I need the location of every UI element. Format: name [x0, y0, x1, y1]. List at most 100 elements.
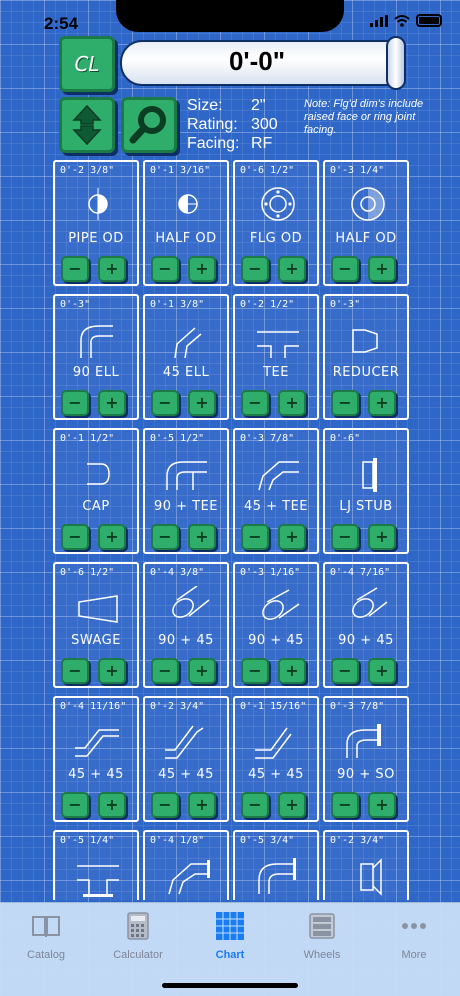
fitting-card[interactable]: 0'-1 3/8" 45 ELL − +: [143, 294, 229, 420]
add-button[interactable]: +: [98, 390, 126, 416]
subtract-button[interactable]: −: [61, 256, 89, 282]
chart-grid-icon: [216, 912, 244, 940]
add-button[interactable]: +: [278, 256, 306, 282]
fitting-card[interactable]: 0'-6 1/2" FLG OD − +: [233, 160, 319, 286]
subtract-button[interactable]: −: [61, 658, 89, 684]
fitting-dimension: 0'-1 3/16": [150, 165, 211, 176]
subtract-button[interactable]: −: [331, 390, 359, 416]
fitting-dimension: 0'-1 3/8": [150, 299, 205, 310]
fitting-card[interactable]: 0'-4 7/16" 90 + 45 − +: [323, 562, 409, 688]
add-button[interactable]: +: [368, 524, 396, 550]
subtract-button[interactable]: −: [151, 658, 179, 684]
add-button[interactable]: +: [98, 256, 126, 282]
pipe-spec: Size: 2" Rating: 300 Facing: RF: [187, 96, 278, 153]
fitting-dimension: 0'-3 7/8": [240, 433, 295, 444]
fitting-dimension: 0'-5 3/4": [240, 835, 295, 846]
plus-glyph: +: [195, 259, 209, 278]
fitting-card[interactable]: 0'-3 7/8" 45 + TEE − +: [233, 428, 319, 554]
fitting-card[interactable]: 0'-4 1/8"45+WN−+: [143, 830, 229, 900]
subtract-button[interactable]: −: [151, 256, 179, 282]
add-button[interactable]: +: [278, 658, 306, 684]
subtract-button[interactable]: −: [241, 256, 269, 282]
add-button[interactable]: +: [188, 390, 216, 416]
minus-glyph: −: [248, 661, 262, 680]
fitting-card[interactable]: 0'-5 1/4"TEE+WN−+: [53, 830, 139, 900]
add-button[interactable]: +: [188, 658, 216, 684]
fitting-card[interactable]: 0'-1 1/2" CAP − +: [53, 428, 139, 554]
add-button[interactable]: +: [368, 792, 396, 818]
subtract-button[interactable]: −: [331, 256, 359, 282]
fitting-card[interactable]: 0'-3 1/4" HALF OD − +: [323, 160, 409, 286]
tab-label: Chart: [215, 949, 245, 961]
centerline-button[interactable]: CL: [59, 36, 115, 92]
search-button[interactable]: [121, 97, 177, 153]
fitting-card[interactable]: 0'-1 3/16" HALF OD − +: [143, 160, 229, 286]
size-value: 2": [251, 97, 266, 114]
fitting-card[interactable]: 0'-2 1/2" TEE − +: [233, 294, 319, 420]
tab-catalog[interactable]: Catalog: [0, 909, 92, 961]
add-button[interactable]: +: [278, 524, 306, 550]
fitting-dimension: 0'-4 1/8": [150, 835, 205, 846]
add-button[interactable]: +: [98, 524, 126, 550]
subtract-button[interactable]: −: [241, 524, 269, 550]
offset-45-45c-icon: [255, 727, 292, 759]
plus-glyph: +: [105, 259, 119, 278]
subtract-button[interactable]: −: [151, 390, 179, 416]
subtract-button[interactable]: −: [61, 524, 89, 550]
subtract-button[interactable]: −: [61, 792, 89, 818]
subtract-button[interactable]: −: [331, 792, 359, 818]
add-button[interactable]: +: [368, 658, 396, 684]
fitting-card[interactable]: 0'-3 7/8" 90 + SO − +: [323, 696, 409, 822]
subtract-button[interactable]: −: [241, 390, 269, 416]
half-od-icon: [178, 194, 198, 214]
plus-glyph: +: [375, 661, 389, 680]
add-button[interactable]: +: [368, 256, 396, 282]
fitting-card[interactable]: 0'-5 1/2" 90 + TEE − +: [143, 428, 229, 554]
tee-weldneck-icon: [77, 865, 119, 897]
subtract-button[interactable]: −: [331, 658, 359, 684]
fitting-card[interactable]: 0'-2 3/8" PIPE OD − +: [53, 160, 139, 286]
add-button[interactable]: +: [188, 256, 216, 282]
fitting-card[interactable]: 0'-6 1/2" SWAGE − +: [53, 562, 139, 688]
fitting-card[interactable]: 0'-4 3/8" 90 + 45 − +: [143, 562, 229, 688]
fitting-label: TEE: [263, 365, 289, 380]
tab-calculator[interactable]: Calculator: [92, 909, 184, 961]
fitting-card[interactable]: 0'-3" REDUCER − +: [323, 294, 409, 420]
add-button[interactable]: +: [278, 390, 306, 416]
battery-icon: [416, 14, 442, 27]
add-button[interactable]: +: [98, 792, 126, 818]
add-button[interactable]: +: [188, 792, 216, 818]
weldneck-icon: [360, 858, 382, 896]
minus-glyph: −: [248, 527, 262, 546]
subtract-button[interactable]: −: [61, 390, 89, 416]
fitting-card[interactable]: 0'-3" 90 ELL − +: [53, 294, 139, 420]
subtract-button[interactable]: −: [331, 524, 359, 550]
subtract-button[interactable]: −: [241, 658, 269, 684]
tab-chart[interactable]: Chart: [184, 909, 276, 961]
subtract-button[interactable]: −: [151, 792, 179, 818]
minus-glyph: −: [68, 393, 82, 412]
elbow-45-icon: [174, 327, 202, 359]
tab-more[interactable]: More: [368, 909, 460, 961]
fitting-label: 90 + 45: [248, 633, 304, 648]
add-button[interactable]: +: [368, 390, 396, 416]
fitting-card[interactable]: 0'-3 1/16" 90 + 45 − +: [233, 562, 319, 688]
pipe-dimension-display[interactable]: 0'-0": [120, 36, 406, 90]
fitting-dimension: 0'-3 1/16": [240, 567, 301, 578]
fitting-card[interactable]: 0'-1 15/16" 45 + 45 − +: [233, 696, 319, 822]
subtract-button[interactable]: −: [151, 524, 179, 550]
fitting-label: 90 + SO: [337, 767, 395, 782]
add-button[interactable]: +: [188, 524, 216, 550]
fitting-card[interactable]: 0'-5 3/4"90+WN−+: [233, 830, 319, 900]
subtract-button[interactable]: −: [241, 792, 269, 818]
fitting-dimension: 0'-2 3/4": [150, 701, 205, 712]
fitting-card[interactable]: 0'-4 11/16" 45 + 45 − +: [53, 696, 139, 822]
swap-button[interactable]: [59, 97, 115, 153]
add-button[interactable]: +: [98, 658, 126, 684]
fitting-card[interactable]: 0'-6" LJ STUB − +: [323, 428, 409, 554]
fitting-card[interactable]: 0'-2 3/4" 45 + 45 − +: [143, 696, 229, 822]
fitting-grid: 0'-2 3/8" PIPE OD − +0'-1 3/16" HALF OD − +0'-…: [53, 160, 409, 900]
fitting-card[interactable]: 0'-2 3/4"WN−+: [323, 830, 409, 900]
add-button[interactable]: +: [278, 792, 306, 818]
tab-wheels[interactable]: Wheels: [276, 909, 368, 961]
